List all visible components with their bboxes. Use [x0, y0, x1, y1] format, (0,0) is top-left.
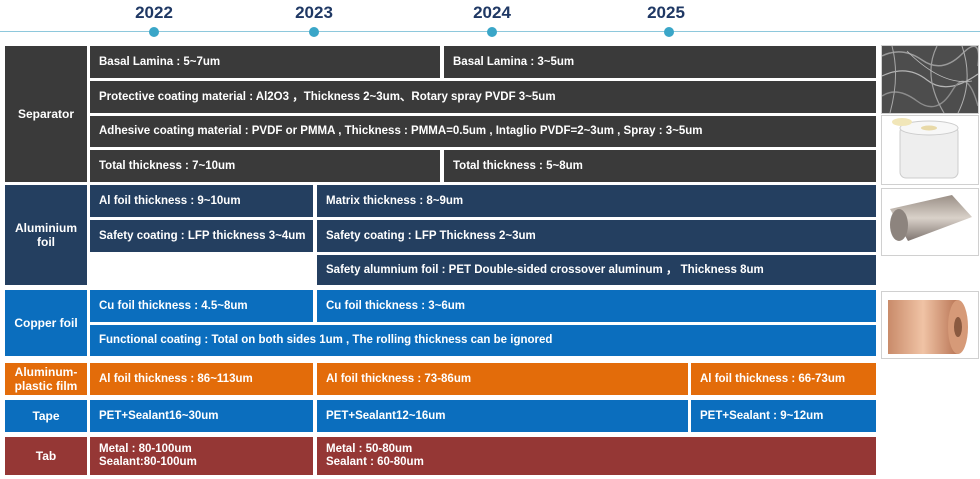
tab-2023: Metal : 50-80um Sealant : 60-80um [316, 436, 877, 476]
category-copper-foil: Copper foil [4, 289, 88, 357]
year-2024: 2024 [473, 3, 511, 22]
year-2022: 2022 [135, 3, 173, 22]
category-tab: Tab [4, 436, 88, 476]
al-foil-safety-foil: Safety alumnium foil : PET Double-sided … [316, 254, 877, 286]
year-2025: 2025 [647, 3, 685, 22]
timeline-dot-2024 [487, 27, 497, 37]
tape-thickness-2022: PET+Sealant16~30um [89, 399, 314, 433]
copper-foil-photo [881, 291, 979, 359]
separator-roll-image [882, 116, 978, 184]
tab-2022: Metal : 80-100um Sealant:80-100um [89, 436, 314, 476]
aluminium-foil-photo [881, 188, 979, 256]
tab-metal-2022: Metal : 80-100um [99, 443, 192, 455]
plastic-film-thickness-2022: Al foil thickness : 86~113um [89, 362, 314, 396]
tab-sealant-2023: Sealant : 60-80um [326, 456, 424, 468]
category-tape: Tape [4, 399, 88, 433]
timeline-dot-2025 [664, 27, 674, 37]
year-2023: 2023 [295, 3, 333, 22]
tab-sealant-2022: Sealant:80-100um [99, 456, 197, 468]
separator-fiber-photo [881, 45, 979, 114]
category-separator: Separator [4, 45, 88, 183]
plastic-film-thickness-2023: Al foil thickness : 73-86um [316, 362, 689, 396]
copper-foil-roll-image [882, 292, 978, 358]
separator-total-2022: Total thickness : 7~10um [89, 149, 441, 183]
category-aluminium-foil: Aluminium foil [4, 184, 88, 286]
separator-roll-photo [881, 115, 979, 185]
fiber-texture-image [882, 46, 978, 113]
al-foil-thickness-2022: Al foil thickness : 9~10um [89, 184, 314, 218]
timeline-dot-2023 [309, 27, 319, 37]
cu-foil-thickness-2023: Cu foil thickness : 3~6um [316, 289, 877, 323]
separator-basal-2024: Basal Lamina : 3~5um [443, 45, 877, 79]
cu-foil-functional-coating: Functional coating : Total on both sides… [89, 324, 877, 357]
separator-protective-coating: Protective coating material : Al2O3 ，Thi… [89, 80, 877, 114]
al-foil-safety-coating-2022: Safety coating : LFP thickness 3~4um [89, 219, 314, 253]
tape-thickness-2025: PET+Sealant : 9~12um [690, 399, 877, 433]
timeline-dot-2022 [149, 27, 159, 37]
tape-thickness-2023: PET+Sealant12~16um [316, 399, 689, 433]
category-aluminum-plastic-film: Aluminum-plastic film [4, 362, 88, 396]
separator-adhesive-coating: Adhesive coating material : PVDF or PMMA… [89, 115, 877, 148]
al-foil-matrix-thickness: Matrix thickness : 8~9um [316, 184, 877, 218]
aluminium-foil-roll-image [882, 189, 978, 255]
separator-basal-2022: Basal Lamina : 5~7um [89, 45, 441, 79]
plastic-film-thickness-2025: Al foil thickness : 66-73um [690, 362, 877, 396]
separator-total-2024: Total thickness : 5~8um [443, 149, 877, 183]
cu-foil-thickness-2022: Cu foil thickness : 4.5~8um [89, 289, 314, 323]
al-foil-safety-coating-2023: Safety coating : LFP Thickness 2~3um [316, 219, 877, 253]
tab-metal-2023: Metal : 50-80um [326, 443, 413, 455]
